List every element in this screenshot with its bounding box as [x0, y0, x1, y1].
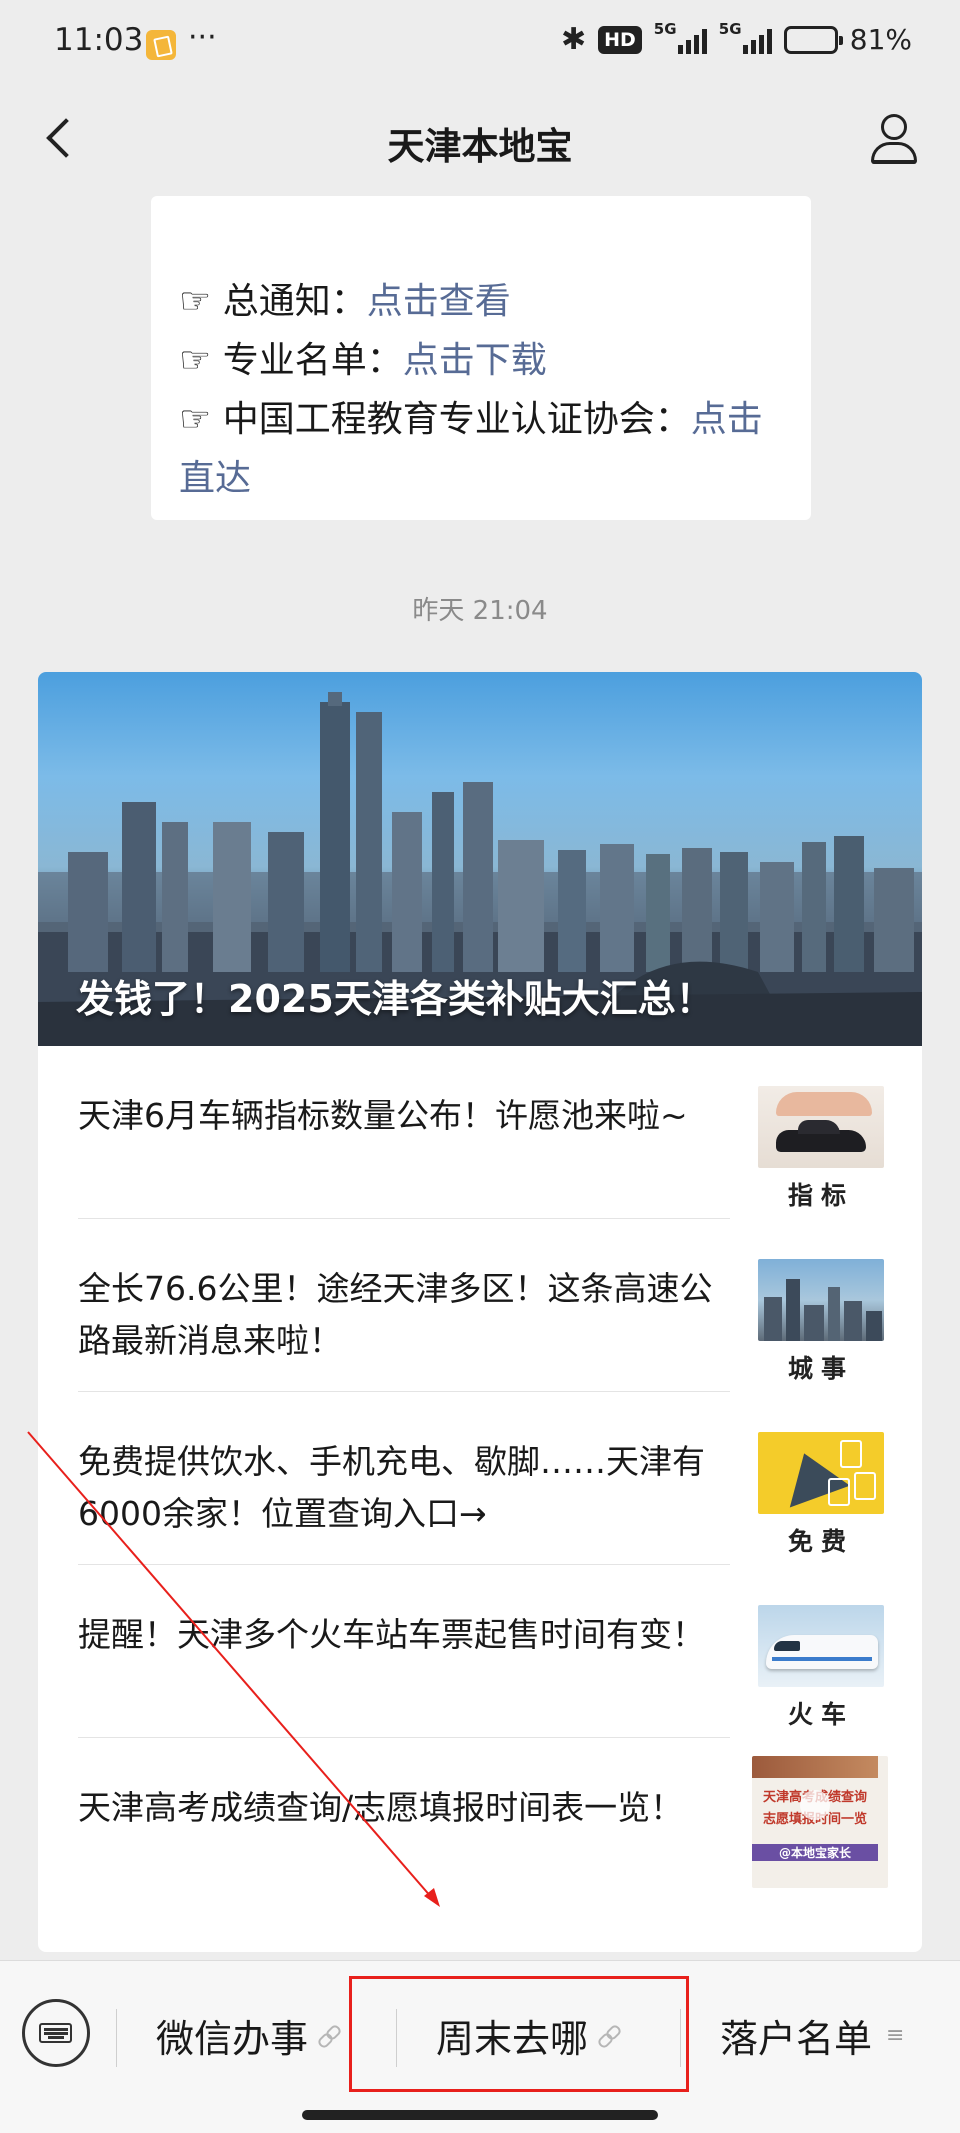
menu-item-wechat-services[interactable]: 微信办事	[156, 2005, 340, 2065]
cover-title: 发钱了！2025天津各类补贴大汇总！	[76, 977, 714, 1021]
thumbnail-label: 火车	[787, 1700, 854, 1729]
network-type-label: 5G	[653, 19, 677, 38]
notice-label: ☞ 专业名单：	[179, 340, 403, 381]
status-time: 11:03	[54, 22, 144, 58]
battery-percent: 81%	[849, 23, 912, 56]
thumbnail-text: @本地宝家长	[752, 1844, 878, 1861]
hand-icon	[776, 1092, 872, 1116]
notice-label: ☞ 总通知：	[179, 281, 367, 322]
notice-line: ☞ 中国工程教育专业认证协会：点击直达	[179, 390, 783, 508]
notes-app-icon	[146, 30, 176, 60]
message-timestamp: 昨天 21:04	[412, 596, 548, 626]
thumbnail-label: 免费	[787, 1527, 854, 1556]
annotation-highlight-box	[349, 1976, 689, 2092]
page-title: 天津本地宝	[387, 125, 573, 168]
notice-message: ☞ 总通知：点击查看 ☞ 专业名单：点击下载 ☞ 中国工程教育专业认证协会：点击…	[151, 196, 811, 520]
link-icon	[318, 2024, 340, 2046]
menu-item-label: 微信办事	[156, 2016, 309, 2061]
article-thumbnail	[758, 1432, 884, 1514]
article-title: 提醒！天津多个火车站车票起售时间有变！	[78, 1615, 705, 1654]
nav-bar: 天津本地宝	[0, 88, 960, 188]
submenu-icon: ≡	[886, 2022, 905, 2048]
menu-item-label: 落户名单	[720, 2016, 873, 2061]
article-card: 发钱了！2025天津各类补贴大汇总！ 天津6月车辆指标数量公布！许愿池来啦~ 指…	[38, 672, 922, 1952]
thumbnail-label: 指标	[787, 1181, 854, 1210]
article-thumbnail	[758, 1086, 884, 1168]
home-indicator[interactable]	[302, 2110, 658, 2120]
article-item[interactable]: 全长76.6公里！途经天津多区！这条高速公路最新消息来啦！ 城事	[78, 1219, 884, 1392]
status-indicators: ✱ HD 5G 5G 81%	[560, 20, 912, 58]
notice-label: ☞ 中国工程教育专业认证协会：	[179, 399, 691, 440]
keyboard-icon	[39, 2023, 72, 2043]
keyboard-toggle-button[interactable]	[22, 1999, 90, 2067]
menu-item-household-list[interactable]: 落户名单 ≡	[720, 2005, 904, 2065]
play-icon	[800, 1790, 830, 1820]
bluetooth-icon: ✱	[560, 22, 587, 57]
article-item[interactable]: 提醒！天津多个火车站车票起售时间有变！ 火车	[78, 1565, 884, 1738]
article-item[interactable]: 天津6月车辆指标数量公布！许愿池来啦~ 指标	[78, 1046, 884, 1219]
cover-article[interactable]: 发钱了！2025天津各类补贴大汇总！	[38, 672, 922, 1046]
thumbnail-label: 城事	[787, 1354, 854, 1383]
status-bar: 11:03 ··· ✱ HD 5G 5G 81%	[0, 0, 960, 88]
view-notice-link[interactable]: 点击查看	[367, 281, 511, 322]
download-list-link[interactable]: 点击下载	[403, 340, 547, 381]
network-type-label: 5G	[718, 19, 742, 38]
article-title: 天津高考成绩查询/志愿填报时间表一览！	[78, 1788, 684, 1827]
notice-line: ☞ 总通知：点击查看	[179, 272, 783, 331]
profile-button[interactable]	[866, 110, 922, 166]
article-title: 免费提供饮水、手机充电、歇脚……天津有6000余家！位置查询入口→	[78, 1442, 705, 1533]
article-item[interactable]: 免费提供饮水、手机充电、歇脚……天津有6000余家！位置查询入口→ 免费	[78, 1392, 884, 1565]
divider	[116, 2009, 117, 2067]
signal-icon: 5G	[719, 20, 772, 54]
article-title: 天津6月车辆指标数量公布！许愿池来啦~	[78, 1096, 688, 1135]
more-notifications-icon: ···	[188, 20, 217, 55]
person-icon	[881, 114, 907, 140]
article-thumbnail	[758, 1259, 884, 1341]
article-title: 全长76.6公里！途经天津多区！这条高速公路最新消息来啦！	[78, 1269, 713, 1360]
article-item[interactable]: 天津高考成绩查询/志愿填报时间表一览！ 天津高考成绩查询 志愿填报时间一览 @本…	[78, 1738, 888, 1911]
article-thumbnail: 天津高考成绩查询 志愿填报时间一览 @本地宝家长	[752, 1756, 888, 1888]
notice-line: ☞ 专业名单：点击下载	[179, 331, 783, 390]
hd-badge: HD	[598, 25, 642, 54]
signal-icon: 5G	[654, 20, 707, 54]
car-icon	[776, 1120, 866, 1152]
article-thumbnail	[758, 1605, 884, 1687]
battery-icon	[783, 25, 843, 54]
